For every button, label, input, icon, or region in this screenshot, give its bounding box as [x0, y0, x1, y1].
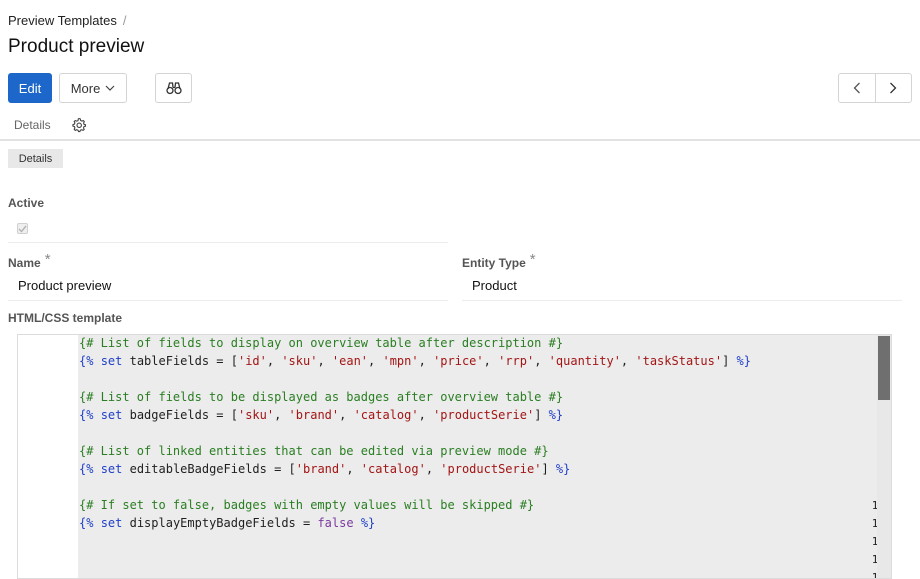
name-label-text: Name [8, 256, 41, 270]
record-pager [838, 73, 912, 103]
editor-code-line: {# List of fields to be displayed as bad… [79, 390, 564, 404]
breadcrumb: Preview Templates / [8, 13, 127, 28]
more-button[interactable]: More [59, 73, 127, 103]
editor-code-line: {% set badgeFields = ['sku', 'brand', 'c… [79, 408, 564, 422]
entity-type-label: Entity Type * [462, 251, 536, 271]
active-label: Active [8, 196, 45, 210]
tab-settings[interactable] [71, 117, 87, 133]
gear-icon [72, 117, 86, 133]
page-title: Product preview [8, 36, 145, 57]
editor-code-line: {# List of fields to display on overview… [79, 336, 564, 350]
code-editor[interactable]: 1{# List of fields to display on overvie… [17, 334, 892, 579]
name-value: Product preview [18, 278, 112, 293]
editor-code-line: {% set displayEmptyBadgeFields = false %… [79, 516, 376, 530]
chevron-left-icon [853, 82, 860, 94]
chevron-right-icon [890, 82, 897, 94]
search-button[interactable] [155, 73, 192, 103]
tabs-divider [0, 139, 920, 141]
required-mark: * [529, 251, 536, 268]
edit-button[interactable]: Edit [8, 73, 52, 103]
entity-type-label-text: Entity Type [462, 256, 526, 270]
editor-scrollbar[interactable] [877, 335, 891, 578]
editor-code-line: {# List of linked entities that can be e… [79, 444, 549, 458]
tabs: Details [14, 115, 87, 135]
template-label: HTML/CSS template [8, 311, 123, 325]
name-label: Name * [8, 251, 51, 271]
binoculars-icon [165, 82, 182, 95]
editor-scrollbar-thumb[interactable] [878, 336, 890, 400]
checkmark-icon [18, 225, 27, 233]
chevron-down-icon [105, 85, 115, 91]
breadcrumb-separator: / [122, 13, 127, 28]
active-divider [8, 242, 448, 243]
required-mark: * [44, 251, 51, 268]
next-record-button[interactable] [874, 74, 912, 102]
entity-type-divider [462, 300, 902, 301]
panel-label-details: Details [8, 149, 63, 168]
entity-type-value: Product [472, 278, 517, 293]
active-checkbox[interactable] [17, 223, 28, 234]
name-divider [8, 300, 448, 301]
editor-code-line: {% set editableBadgeFields = ['brand', '… [79, 462, 571, 476]
editor-code-line: {% set tableFields = ['id', 'sku', 'ean'… [79, 354, 751, 368]
previous-record-button[interactable] [839, 74, 875, 102]
toolbar: Edit More [8, 73, 912, 103]
breadcrumb-link-preview-templates[interactable]: Preview Templates [8, 13, 117, 28]
editor-code-line: {# If set to false, badges with empty va… [79, 498, 535, 512]
editor-gutter [18, 335, 78, 578]
tab-details[interactable]: Details [14, 118, 51, 132]
more-button-label: More [70, 80, 101, 96]
